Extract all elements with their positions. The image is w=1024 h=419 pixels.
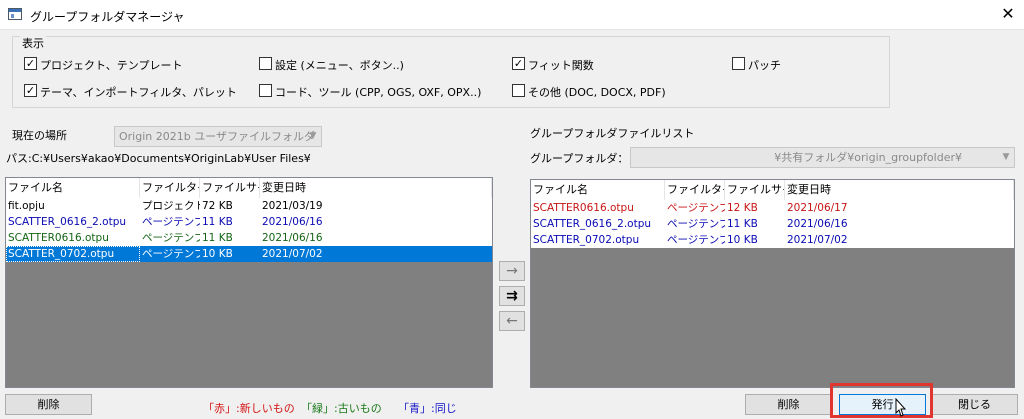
cell-type: ページテンプレート bbox=[142, 248, 200, 260]
mouse-cursor-icon bbox=[895, 398, 907, 417]
display-option-checkbox[interactable]: ✓ bbox=[512, 57, 525, 70]
list-row[interactable]: SCATTER_0616_2.otpu ページテンプレート11 KB 2021/06… bbox=[6, 214, 492, 230]
chevron-down-icon: ▼ bbox=[309, 131, 317, 141]
display-option-checkbox[interactable] bbox=[732, 57, 745, 70]
legend-blue: 「青」:同じ bbox=[398, 402, 457, 415]
chevron-down-icon: ▼ bbox=[1002, 152, 1010, 162]
list-row[interactable]: SCATTER_0702.otpu ページテンプレート10 KB 2021/07/0… bbox=[531, 232, 1014, 248]
cell-type: ページテンプレート bbox=[667, 234, 725, 246]
double-arrow-right-icon: ⇉ bbox=[506, 288, 518, 304]
column-header[interactable]: ファイルタイプ bbox=[140, 178, 200, 198]
cell-size: 11 KB bbox=[202, 232, 233, 244]
column-header[interactable]: ファイル名 bbox=[531, 180, 665, 200]
cell-name: fit.opju bbox=[8, 200, 45, 212]
list-row[interactable]: SCATTER_0702.otpuページテンプレート10 KB 2021/07/0… bbox=[6, 246, 492, 262]
title-bar: グループフォルダマネージャ ✕ bbox=[0, 0, 1024, 30]
cell-date: 2021/03/19 bbox=[262, 200, 323, 212]
column-header[interactable]: ファイルサイズ bbox=[725, 180, 785, 200]
local-file-list[interactable]: ファイル名ファイルタイプファイルサイズ変更日時 fit.opju プロジェクトファイ… bbox=[5, 177, 493, 388]
group-file-list-title: グループフォルダファイルリスト bbox=[530, 127, 695, 140]
group-delete-button[interactable]: 削除 bbox=[745, 394, 832, 415]
copy-to-local-button[interactable]: ← bbox=[499, 311, 525, 331]
cell-name: SCATTER0616.otpu bbox=[8, 232, 109, 244]
column-header[interactable]: ファイルタイプ bbox=[665, 180, 725, 200]
display-option-checkbox[interactable] bbox=[259, 57, 272, 70]
list-header: ファイル名ファイルタイプファイルサイズ変更日時 bbox=[531, 180, 1014, 200]
cell-size: 10 KB bbox=[727, 234, 758, 246]
window-title: グループフォルダマネージャ bbox=[30, 10, 185, 24]
cell-size: 10 KB bbox=[202, 248, 233, 260]
cell-name: SCATTER_0702.otpu bbox=[533, 234, 640, 246]
copy-to-group-button[interactable]: → bbox=[499, 261, 525, 281]
cell-type: ページテンプレート bbox=[142, 216, 200, 228]
display-option-checkbox[interactable] bbox=[259, 84, 272, 97]
cell-date: 2021/07/02 bbox=[262, 248, 323, 260]
location-dropdown[interactable]: Origin 2021b ユーザファイルフォルダ ▼ bbox=[114, 126, 322, 147]
group-folder-value: ¥共有フォルダ¥origin_groupfolder¥ bbox=[774, 151, 962, 164]
close-icon[interactable]: ✕ bbox=[999, 4, 1017, 24]
cell-name: SCATTER_0616_2.otpu bbox=[8, 216, 127, 228]
group-folder-label: グループフォルダ： bbox=[530, 152, 629, 165]
group-folder-dropdown[interactable]: ¥共有フォルダ¥origin_groupfolder¥ ▼ bbox=[630, 147, 1015, 168]
cell-size: 11 KB bbox=[202, 216, 233, 228]
location-label: 現在の場所 bbox=[12, 129, 67, 142]
display-option-label: フィット関数 bbox=[528, 59, 594, 72]
cell-date: 2021/06/17 bbox=[787, 202, 848, 214]
highlight-frame bbox=[830, 383, 933, 418]
cell-size: 72 KB bbox=[202, 200, 233, 212]
list-row[interactable]: SCATTER0616.otpu ページテンプレート11 KB 2021/06/16 bbox=[6, 230, 492, 246]
legend-green: 「緑」:古いもの bbox=[301, 402, 382, 415]
cell-size: 12 KB bbox=[727, 202, 758, 214]
cell-name: SCATTER0616.otpu bbox=[533, 202, 634, 214]
display-option-checkbox[interactable] bbox=[512, 84, 525, 97]
display-option-label: コード、ツール (CPP, OGS, OXF, OPX..) bbox=[275, 86, 482, 99]
cell-size: 11 KB bbox=[727, 218, 758, 230]
cell-type: ページテンプレート bbox=[142, 232, 200, 244]
cell-date: 2021/06/16 bbox=[262, 216, 323, 228]
display-option-label: 設定 (メニュー、ボタン..) bbox=[275, 59, 404, 72]
display-option-checkbox[interactable]: ✓ bbox=[24, 84, 37, 97]
column-header[interactable]: 変更日時 bbox=[785, 180, 1014, 200]
current-path: パス:C:¥Users¥akao¥Documents¥OriginLab¥Use… bbox=[6, 152, 311, 165]
display-option-label: テーマ、インポートフィルタ、パレット bbox=[40, 86, 237, 99]
cell-type: ページテンプレート bbox=[667, 218, 725, 230]
cell-date: 2021/06/16 bbox=[787, 218, 848, 230]
legend-red: 「赤」:新しいもの bbox=[203, 402, 295, 415]
sync-all-button[interactable]: ⇉ bbox=[499, 286, 525, 306]
display-group-label: 表示 bbox=[20, 35, 46, 51]
list-row[interactable]: SCATTER_0616_2.otpu ページテンプレート11 KB 2021/06… bbox=[531, 216, 1014, 232]
column-header[interactable]: ファイル名 bbox=[6, 178, 140, 198]
local-delete-button[interactable]: 削除 bbox=[5, 394, 92, 415]
column-header[interactable]: ファイルサイズ bbox=[200, 178, 260, 198]
cell-type: プロジェクトファイル bbox=[142, 200, 200, 212]
cell-date: 2021/06/16 bbox=[262, 232, 323, 244]
cell-name: SCATTER_0702.otpu bbox=[6, 246, 140, 262]
group-file-list[interactable]: ファイル名ファイルタイプファイルサイズ変更日時 SCATTER0616.otpu ペ… bbox=[530, 179, 1015, 388]
list-row[interactable]: fit.opju プロジェクトファイル72 KB 2021/03/19 bbox=[6, 198, 492, 214]
list-header: ファイル名ファイルタイプファイルサイズ変更日時 bbox=[6, 178, 492, 198]
cell-date: 2021/07/02 bbox=[787, 234, 848, 246]
list-row[interactable]: SCATTER0616.otpu ページテンプレート12 KB 2021/06/17 bbox=[531, 200, 1014, 216]
location-dropdown-value: Origin 2021b ユーザファイルフォルダ bbox=[119, 130, 315, 143]
display-option-checkbox[interactable]: ✓ bbox=[24, 57, 37, 70]
cell-type: ページテンプレート bbox=[667, 202, 725, 214]
column-header[interactable]: 変更日時 bbox=[260, 178, 492, 198]
arrow-right-icon: → bbox=[506, 263, 518, 279]
app-window-icon bbox=[8, 8, 22, 20]
close-button[interactable]: 閉じる bbox=[931, 394, 1018, 415]
display-option-label: パッチ bbox=[748, 59, 781, 72]
display-option-label: その他 (DOC, DOCX, PDF) bbox=[528, 86, 666, 99]
cell-name: SCATTER_0616_2.otpu bbox=[533, 218, 652, 230]
arrow-left-icon: ← bbox=[506, 313, 518, 329]
display-option-label: プロジェクト、テンプレート bbox=[40, 59, 183, 72]
